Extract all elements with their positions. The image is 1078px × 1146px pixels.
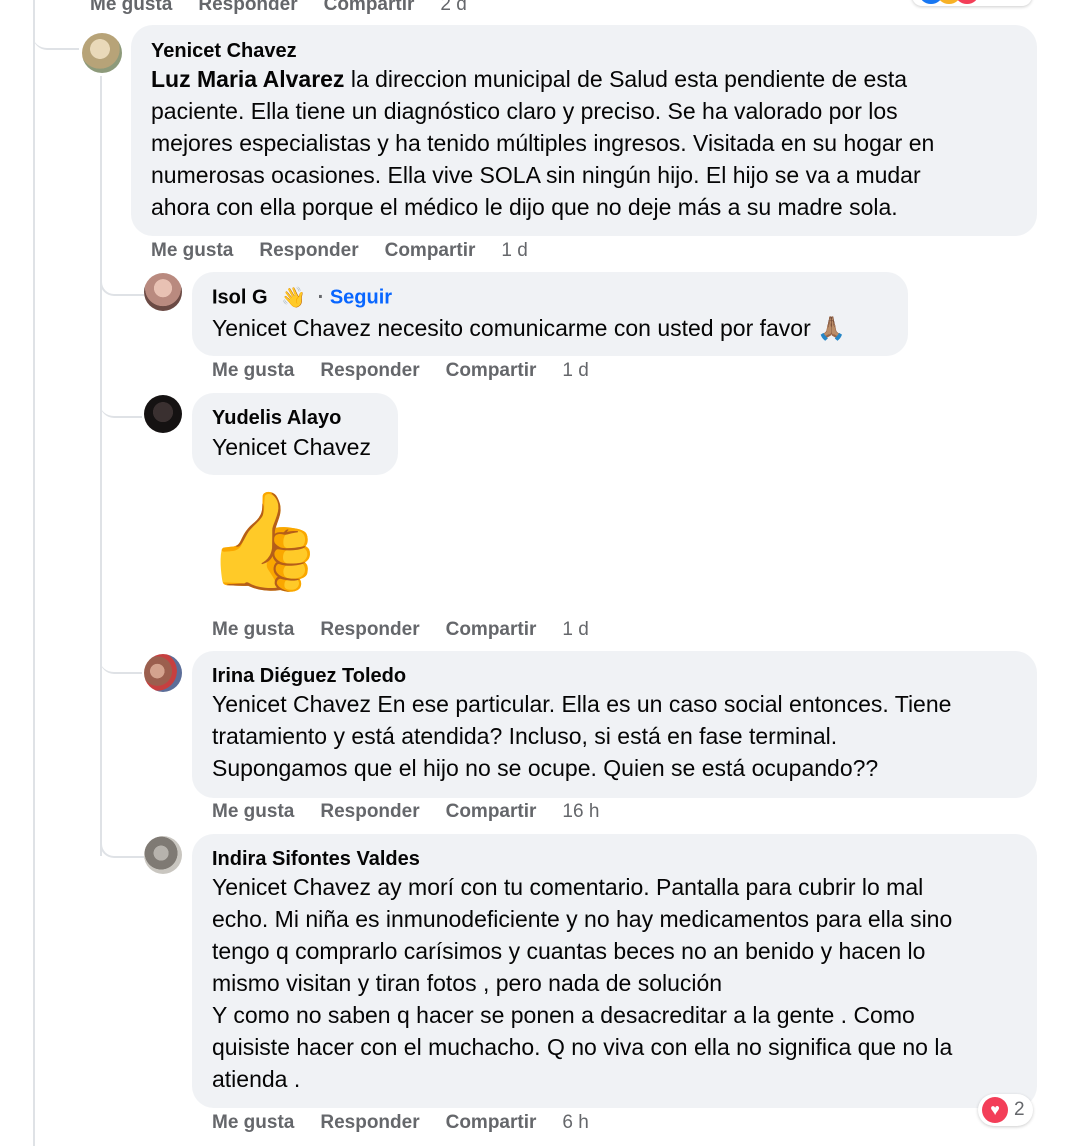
- comment-bubble-irina: Irina Diéguez Toledo Yenicet Chavez En e…: [192, 651, 1037, 798]
- comment-text: Yenicet Chavez: [212, 434, 371, 460]
- thread-line-replies: [100, 76, 102, 856]
- reaction-count-badge[interactable]: ♥ 2: [978, 1094, 1033, 1126]
- share-button[interactable]: Compartir: [446, 619, 537, 641]
- comment-actions: Me gusta Responder Compartir 1 d: [151, 240, 528, 262]
- comment-bubble-yenicet: Yenicet Chavez Luz Maria Alvarez la dire…: [131, 25, 1037, 236]
- author-name[interactable]: Indira Sifontes Valdes: [212, 846, 420, 872]
- share-button[interactable]: Compartir: [446, 1112, 537, 1134]
- reaction-badge-partial[interactable]: [912, 0, 1032, 6]
- author-name[interactable]: Irina Diéguez Toledo: [212, 663, 406, 689]
- like-button[interactable]: Me gusta: [212, 360, 294, 382]
- avatar-yudelis[interactable]: [144, 395, 182, 433]
- haha-reaction-icon: [938, 0, 960, 4]
- reply-button[interactable]: Responder: [198, 0, 297, 16]
- author-name[interactable]: Isol G: [212, 286, 268, 308]
- comment-time[interactable]: 1 d: [562, 360, 588, 382]
- reply-button[interactable]: Responder: [259, 240, 358, 262]
- thread-line-outer: [33, 0, 35, 1146]
- thread-connector-indira: [100, 830, 144, 858]
- reply-button[interactable]: Responder: [320, 801, 419, 823]
- reply-button[interactable]: Responder: [320, 1112, 419, 1134]
- like-reaction-icon: [920, 0, 942, 4]
- thread-connector-yudelis: [100, 392, 142, 418]
- waving-hand-badge-icon: 👋: [275, 283, 312, 313]
- share-button[interactable]: Compartir: [446, 360, 537, 382]
- mention-link[interactable]: Luz Maria Alvarez: [151, 66, 344, 92]
- avatar-yenicet[interactable]: [82, 33, 122, 73]
- comment-text: Yenicet Chavez necesito comunicarme con …: [212, 315, 846, 341]
- avatar-indira[interactable]: [144, 836, 182, 874]
- like-button[interactable]: Me gusta: [151, 240, 233, 262]
- author-name[interactable]: Yudelis Alayo: [212, 405, 341, 431]
- author-name[interactable]: Yenicet Chavez: [151, 38, 297, 64]
- like-button[interactable]: Me gusta: [212, 1112, 294, 1134]
- comment-time[interactable]: 1 d: [501, 240, 527, 262]
- follow-button[interactable]: Seguir: [330, 286, 392, 308]
- heart-icon: ♥: [982, 1097, 1008, 1123]
- comment-time: 2 d: [440, 0, 467, 15]
- like-button[interactable]: Me gusta: [212, 801, 294, 823]
- comment-actions: Me gusta Responder Compartir 1 d: [212, 360, 589, 382]
- comment-bubble-isol: Isol G 👋 · Seguir Yenicet Chavez necesito …: [192, 272, 908, 356]
- comment-text: Yenicet Chavez En ese particular. Ella e…: [212, 691, 952, 781]
- love-reaction-icon: [956, 0, 978, 4]
- comment-time[interactable]: 1 d: [562, 619, 588, 641]
- previous-comment-actions: Me gusta Responder Compartir 2 d: [90, 0, 467, 16]
- share-button[interactable]: Compartir: [446, 801, 537, 823]
- thread-connector-isol: [100, 270, 144, 296]
- comment-actions: Me gusta Responder Compartir 1 d: [212, 619, 589, 641]
- comment-bubble-indira: Indira Sifontes Valdes Yenicet Chavez ay…: [192, 834, 1037, 1108]
- comment-time[interactable]: 16 h: [562, 801, 599, 823]
- thread-connector-irina: [100, 648, 142, 674]
- thread-connector-main: [33, 20, 79, 50]
- reaction-count: 2: [1014, 1099, 1025, 1120]
- reply-button[interactable]: Responder: [320, 619, 419, 641]
- comment-actions: Me gusta Responder Compartir 6 h: [212, 1112, 589, 1134]
- comment-bubble-yudelis: Yudelis Alayo Yenicet Chavez: [192, 393, 398, 475]
- thumbs-up-sticker: 👍: [204, 488, 324, 595]
- share-button[interactable]: Compartir: [324, 0, 415, 16]
- comment-time[interactable]: 6 h: [562, 1112, 588, 1134]
- share-button[interactable]: Compartir: [385, 240, 476, 262]
- like-button[interactable]: Me gusta: [90, 0, 172, 16]
- avatar-irina[interactable]: [144, 654, 182, 692]
- avatar-isol[interactable]: [144, 273, 182, 311]
- reply-button[interactable]: Responder: [320, 360, 419, 382]
- comment-actions: Me gusta Responder Compartir 16 h: [212, 801, 599, 823]
- comment-text: Yenicet Chavez ay morí con tu comentario…: [212, 874, 953, 1092]
- like-button[interactable]: Me gusta: [212, 619, 294, 641]
- comment-text: Luz Maria Alvarez la direccion municipal…: [151, 66, 935, 220]
